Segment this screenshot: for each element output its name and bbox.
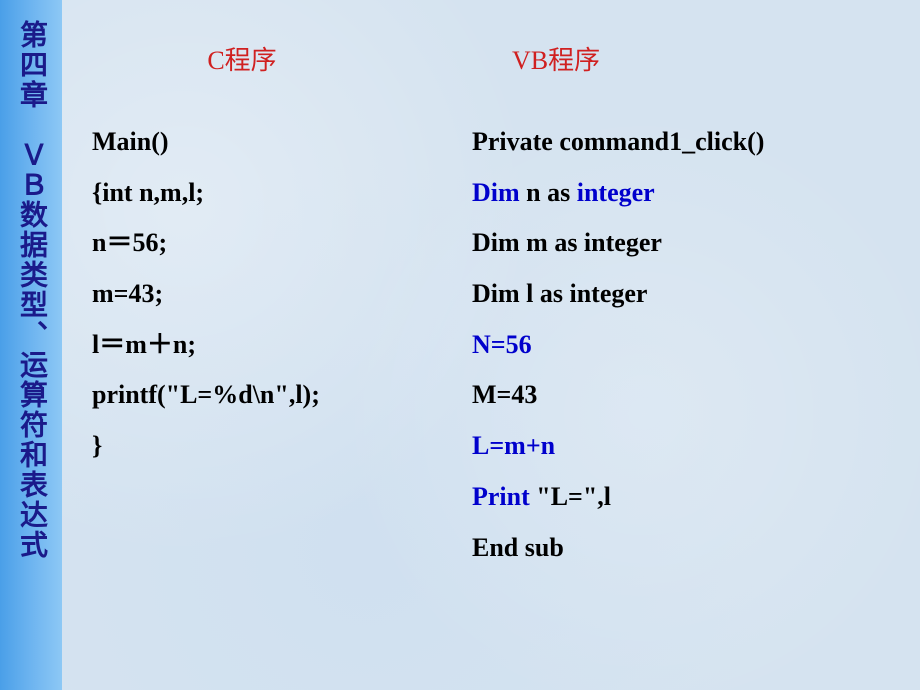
c-line: m=43; — [92, 269, 472, 320]
vb-text: n as — [520, 178, 577, 207]
main-content: C程序 Main() {int n,m,l; n＝56; m=43; l＝m＋n… — [62, 0, 920, 690]
c-line: {int n,m,l; — [92, 168, 472, 219]
c-line: n＝56; — [92, 218, 472, 269]
c-line: } — [92, 421, 472, 472]
vb-line: Dim l as integer — [472, 269, 900, 320]
vb-line: Dim m as integer — [472, 218, 900, 269]
c-line: Main() — [92, 117, 472, 168]
vb-line: End sub — [472, 523, 900, 574]
c-code-column: C程序 Main() {int n,m,l; n＝56; m=43; l＝m＋n… — [92, 40, 472, 573]
vb-line: M=43 — [472, 370, 900, 421]
vb-line: Print "L=",l — [472, 472, 900, 523]
vb-column-title: VB程序 — [512, 40, 900, 77]
sidebar: 第四章 ＶＢ数据类型、运算符和表达式 — [0, 0, 62, 690]
vb-text: "L=",l — [530, 482, 611, 511]
c-column-title: C程序 — [12, 40, 472, 77]
c-line: printf("L=%d\n",l); — [92, 370, 472, 421]
vb-keyword: Print — [472, 482, 530, 511]
vb-line: N=56 — [472, 320, 900, 371]
vb-keyword: integer — [577, 178, 655, 207]
vb-code-column: VB程序 Private command1_click() Dim n as i… — [472, 40, 900, 573]
sidebar-title: 第四章 ＶＢ数据类型、运算符和表达式 — [11, 20, 51, 560]
vb-line: Private command1_click() — [472, 117, 900, 168]
vb-keyword: Dim — [472, 178, 520, 207]
c-line: l＝m＋n; — [92, 320, 472, 371]
vb-line: Dim n as integer — [472, 168, 900, 219]
vb-line: L=m+n — [472, 421, 900, 472]
code-columns: C程序 Main() {int n,m,l; n＝56; m=43; l＝m＋n… — [92, 40, 900, 573]
